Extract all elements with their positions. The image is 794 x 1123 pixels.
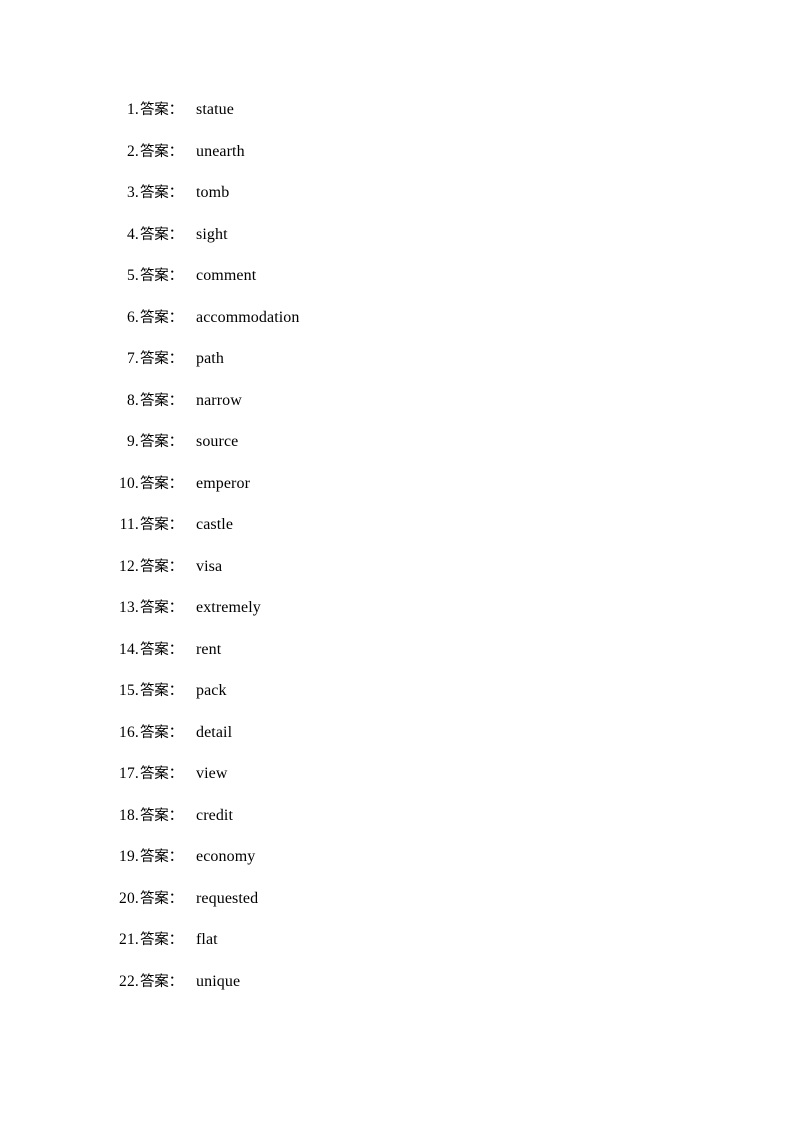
answer-row: 2. 答案： unearth <box>0 142 794 186</box>
answer-list: 1. 答案： statue 2. 答案： unearth 3. 答案： tomb… <box>0 102 794 1015</box>
answer-label: 答案： <box>140 890 183 907</box>
answer-label: 答案： <box>140 185 183 201</box>
answer-index: 16. <box>119 723 139 741</box>
answer-index: 10. <box>119 474 139 492</box>
answer-row: 6. 答案： accommodation <box>0 308 794 352</box>
answer-word: flat <box>196 931 218 948</box>
answer-index: 18. <box>119 806 139 824</box>
answer-label: 答案： <box>140 309 183 326</box>
answer-word: accommodation <box>196 308 300 326</box>
answer-word: detail <box>196 723 233 741</box>
answer-index: 9. <box>126 433 139 450</box>
answer-index: 19. <box>119 848 139 865</box>
answer-index: 4. <box>126 225 139 243</box>
answer-word: statue <box>196 101 234 118</box>
answer-word: unique <box>196 972 241 990</box>
document-page: 1. 答案： statue 2. 答案： unearth 3. 答案： tomb… <box>0 0 794 1123</box>
answer-word: requested <box>196 889 259 907</box>
answer-row: 20. 答案： requested <box>0 889 794 933</box>
answer-label: 答案： <box>140 973 183 990</box>
answer-label: 答案： <box>140 558 183 575</box>
answer-index: 12. <box>119 557 139 575</box>
answer-word: economy <box>196 848 256 865</box>
answer-row: 1. 答案： statue <box>0 102 794 144</box>
answer-label: 答案： <box>140 351 183 367</box>
answer-label: 答案： <box>140 724 183 741</box>
answer-word: narrow <box>196 391 242 409</box>
answer-label: 答案： <box>140 143 183 160</box>
answer-index: 11. <box>119 516 139 533</box>
answer-row: 11. 答案： castle <box>0 517 794 559</box>
answer-index: 2. <box>126 142 139 160</box>
answer-index: 1. <box>126 101 139 118</box>
answer-label: 答案： <box>140 226 183 243</box>
answer-word: view <box>196 765 228 782</box>
answer-row: 5. 答案： comment <box>0 268 794 310</box>
answer-row: 3. 答案： tomb <box>0 185 794 227</box>
answer-label: 答案： <box>140 641 183 658</box>
answer-index: 22. <box>119 972 139 990</box>
answer-label: 答案： <box>140 392 183 409</box>
answer-row: 7. 答案： path <box>0 351 794 393</box>
answer-index: 15. <box>119 682 139 699</box>
answer-label: 答案： <box>140 434 183 450</box>
answer-word: sight <box>196 225 228 243</box>
answer-word: source <box>196 433 239 450</box>
answer-label: 答案： <box>140 102 183 118</box>
answer-row: 17. 答案： view <box>0 766 794 808</box>
answer-index: 6. <box>126 308 139 326</box>
answer-row: 9. 答案： source <box>0 434 794 476</box>
answer-label: 答案： <box>140 268 183 284</box>
answer-index: 8. <box>126 391 139 409</box>
answer-row: 16. 答案： detail <box>0 723 794 767</box>
answer-label: 答案： <box>140 932 183 948</box>
answer-label: 答案： <box>140 807 183 824</box>
answer-index: 5. <box>126 267 139 284</box>
answer-index: 7. <box>126 350 139 367</box>
answer-label: 答案： <box>140 766 183 782</box>
answer-index: 17. <box>119 765 139 782</box>
answer-word: path <box>196 350 224 367</box>
answer-index: 20. <box>119 889 139 907</box>
answer-label: 答案： <box>140 475 183 492</box>
answer-word: visa <box>196 557 223 575</box>
answer-word: pack <box>196 682 227 699</box>
answer-row: 21. 答案： flat <box>0 932 794 974</box>
answer-index: 3. <box>126 184 139 201</box>
answer-label: 答案： <box>140 517 183 533</box>
answer-row: 15. 答案： pack <box>0 683 794 725</box>
answer-word: castle <box>196 516 234 533</box>
answer-word: emperor <box>196 474 251 492</box>
answer-row: 14. 答案： rent <box>0 640 794 684</box>
answer-word: unearth <box>196 142 245 160</box>
answer-row: 10. 答案： emperor <box>0 474 794 518</box>
answer-word: tomb <box>196 184 230 201</box>
answer-word: extremely <box>196 599 261 616</box>
answer-word: rent <box>196 640 222 658</box>
answer-row: 8. 答案： narrow <box>0 391 794 435</box>
answer-row: 22. 答案： unique <box>0 972 794 1016</box>
answer-row: 19. 答案： economy <box>0 849 794 891</box>
answer-index: 13. <box>119 599 139 616</box>
answer-word: credit <box>196 806 234 824</box>
answer-label: 答案： <box>140 600 183 616</box>
answer-label: 答案： <box>140 849 183 865</box>
answer-row: 4. 答案： sight <box>0 225 794 269</box>
answer-index: 21. <box>119 931 139 948</box>
answer-label: 答案： <box>140 683 183 699</box>
answer-row: 18. 答案： credit <box>0 806 794 850</box>
answer-word: comment <box>196 267 257 284</box>
answer-row: 12. 答案： visa <box>0 557 794 601</box>
answer-row: 13. 答案： extremely <box>0 600 794 642</box>
answer-index: 14. <box>119 640 139 658</box>
